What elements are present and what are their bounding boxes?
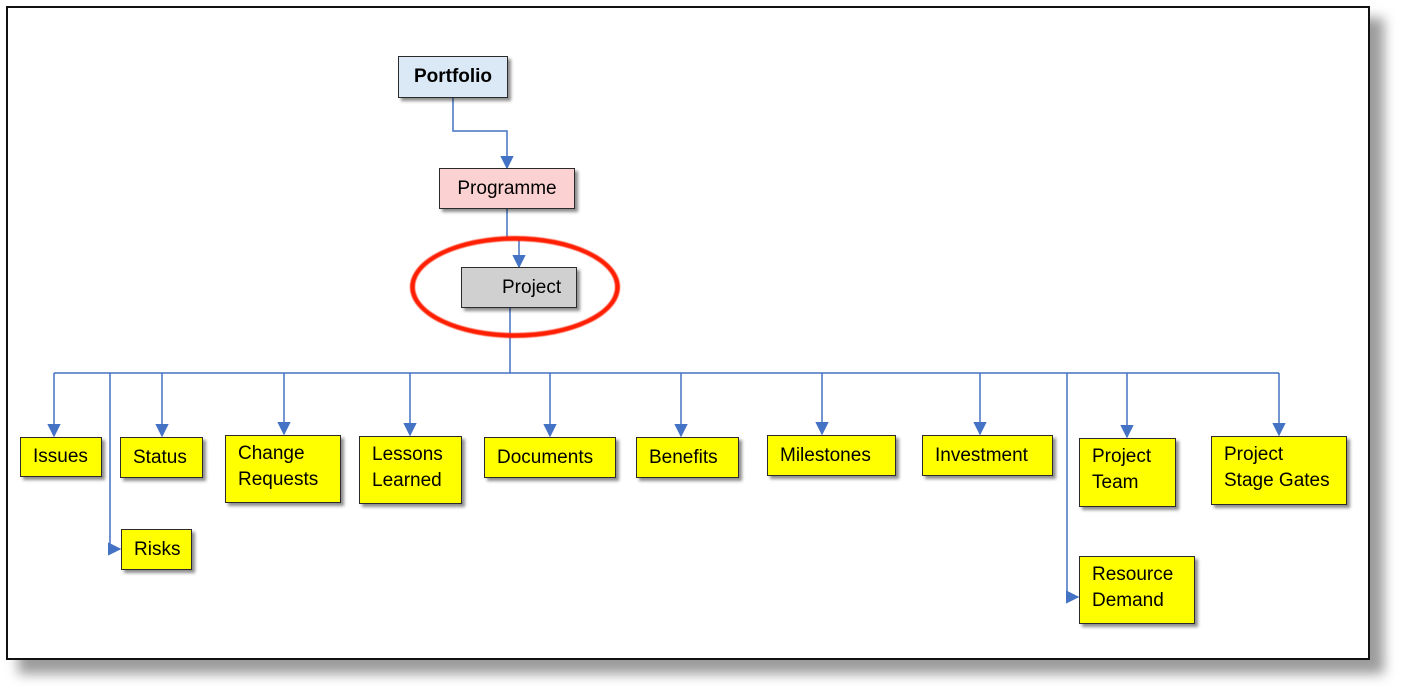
- node-documents: Documents: [484, 437, 616, 478]
- node-label: Milestones: [780, 444, 871, 466]
- node-label: Documents: [497, 446, 594, 468]
- node-label: Status: [133, 446, 187, 468]
- node-change-requests: Change Requests: [225, 435, 341, 503]
- node-issues: Issues: [20, 437, 102, 477]
- node-label-line: Team: [1092, 472, 1139, 493]
- node-label-line: Learned: [372, 470, 442, 491]
- node-investment: Investment: [922, 435, 1053, 476]
- node-label: Risks: [134, 538, 181, 560]
- node-project-stage-gates: Project Stage Gates: [1211, 436, 1347, 505]
- node-resource-demand: Resource Demand: [1079, 556, 1195, 624]
- node-label: Investment: [935, 444, 1028, 466]
- node-label-line: Lessons: [372, 444, 443, 465]
- node-label-line: Demand: [1092, 590, 1164, 611]
- node-lessons-learned: Lessons Learned: [359, 436, 462, 504]
- node-label-line: Change: [238, 443, 305, 464]
- node-label-line: Project: [1092, 446, 1152, 467]
- connector-risks: [107, 373, 122, 556]
- node-benefits: Benefits: [636, 437, 739, 478]
- node-label: Issues: [33, 446, 88, 467]
- node-label-line: Resource: [1092, 564, 1174, 585]
- connector-portfolio-programme: [452, 98, 514, 170]
- node-label: Portfolio: [413, 66, 493, 87]
- node-label-line: Stage Gates: [1224, 470, 1330, 491]
- node-milestones: Milestones: [767, 435, 896, 476]
- node-label-line: Requests: [238, 469, 319, 490]
- node-label: Programme: [457, 177, 557, 199]
- connector-resource-demand: [1065, 373, 1080, 604]
- node-label-line: Project: [1224, 444, 1284, 465]
- highlight-ring: [410, 236, 620, 338]
- node-programme: Programme: [439, 168, 575, 209]
- node-status: Status: [120, 437, 203, 478]
- node-risks: Risks: [121, 529, 192, 570]
- node-portfolio: Portfolio: [398, 56, 508, 98]
- node-label: Benefits: [649, 446, 718, 468]
- node-project-team: Project Team: [1079, 438, 1176, 507]
